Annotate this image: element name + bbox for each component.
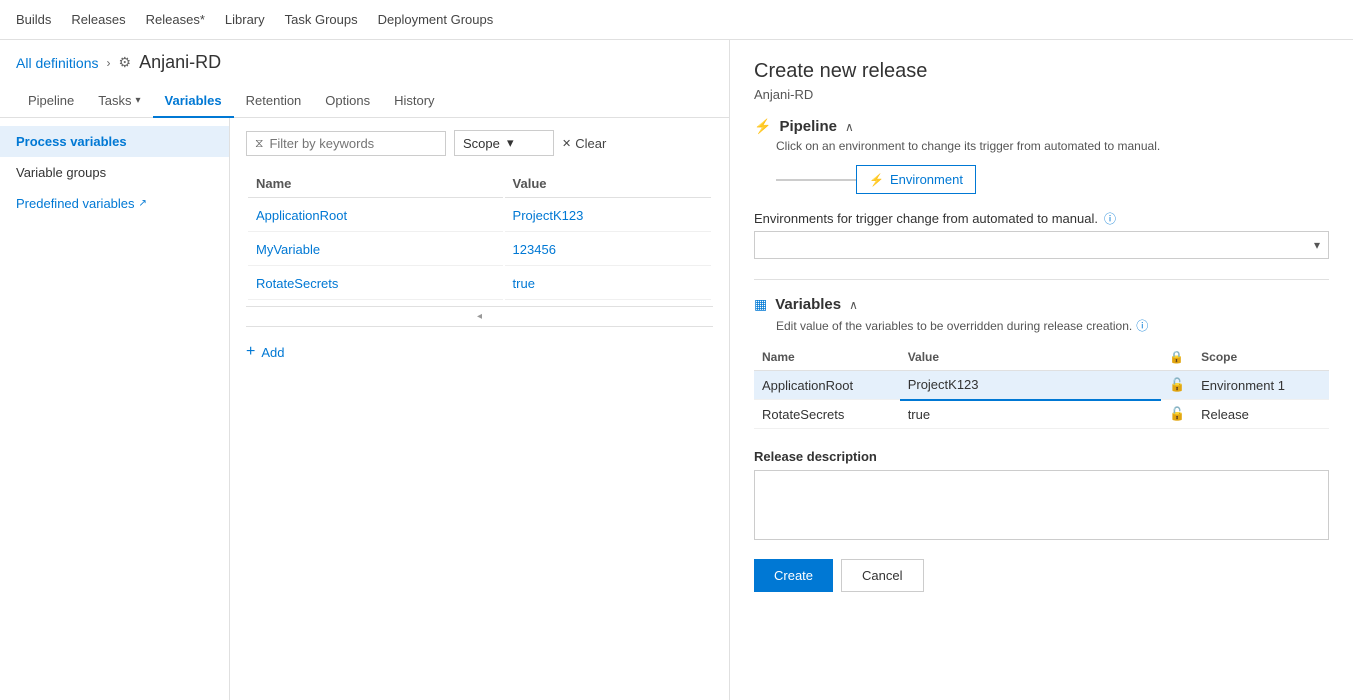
release-var-scope: Release [1193, 400, 1329, 429]
main-layout: All definitions › ⚙ Anjani-RD Pipeline T… [0, 40, 1353, 700]
nav-deployment-groups[interactable]: Deployment Groups [378, 12, 494, 27]
nav-library[interactable]: Library [225, 12, 265, 27]
variables-info-icon[interactable]: ⓘ [1136, 317, 1148, 334]
env-trigger-select[interactable]: ▾ [754, 231, 1329, 259]
clear-x-icon: ✕ [562, 137, 571, 150]
tab-tasks[interactable]: Tasks ▾ [86, 85, 152, 118]
pipeline-section-desc: Click on an environment to change its tr… [776, 139, 1329, 153]
env-trigger-label: Environments for trigger change from aut… [754, 210, 1329, 227]
all-definitions-link[interactable]: All definitions [16, 55, 99, 71]
definition-title: Anjani-RD [139, 52, 221, 73]
filter-input-wrap[interactable]: ⧖ [246, 131, 446, 156]
sidebar-item-variable-groups[interactable]: Variable groups [0, 157, 229, 188]
scope-label: Scope [463, 136, 501, 151]
scope-chevron-icon: ▾ [507, 135, 545, 151]
release-var-lock[interactable]: 🔓 [1161, 400, 1193, 429]
filter-icon: ⧖ [255, 136, 263, 151]
var-name[interactable]: RotateSecrets [248, 268, 503, 300]
environment-button[interactable]: ⚡ Environment [856, 165, 976, 194]
tab-pipeline[interactable]: Pipeline [16, 85, 86, 118]
divider [754, 279, 1329, 280]
nav-task-groups[interactable]: Task Groups [285, 12, 358, 27]
left-panel: All definitions › ⚙ Anjani-RD Pipeline T… [0, 40, 730, 700]
env-select-chevron-icon: ▾ [1314, 238, 1320, 252]
cancel-button[interactable]: Cancel [841, 559, 923, 592]
release-var-input[interactable] [908, 377, 1153, 392]
release-col-lock: 🔒 [1161, 344, 1193, 371]
variables-table: Name Value ApplicationRoot ProjectK123My… [246, 168, 713, 302]
variables-collapse-icon[interactable]: ∧ [849, 298, 858, 312]
variables-edit-desc: Edit value of the variables to be overri… [776, 317, 1329, 334]
tab-variables[interactable]: Variables [153, 85, 234, 118]
filter-row: ⧖ Scope ▾ ✕ Clear [246, 130, 713, 156]
right-panel: Create new release Anjani-RD ⚡ Pipeline … [730, 40, 1353, 700]
tasks-arrow-icon: ▾ [136, 95, 141, 106]
action-row: Create Cancel [754, 559, 1329, 592]
release-var-lock[interactable]: 🔓 [1161, 371, 1193, 400]
breadcrumb-chevron: › [107, 56, 111, 70]
panel-title: Create new release [754, 60, 1329, 83]
predefined-variables-link[interactable]: Predefined variables ↗ [0, 188, 229, 219]
pipeline-section-title: Pipeline [779, 118, 837, 135]
variables-section: ▦ Variables ∧ Edit value of the variable… [754, 296, 1329, 429]
release-col-value: Value [900, 344, 1161, 371]
table-row: ApplicationRoot ProjectK123 [248, 200, 711, 232]
release-var-name: ApplicationRoot [754, 371, 900, 400]
table-row: ApplicationRoot 🔓 Environment 1 [754, 371, 1329, 400]
pipeline-line-segment [776, 179, 856, 181]
release-var-value[interactable] [900, 371, 1161, 400]
release-var-value[interactable] [900, 400, 1161, 429]
pipeline-icon: ⚡ [754, 118, 771, 135]
content-area: Process variables Variable groups Predef… [0, 118, 729, 700]
sidebar: Process variables Variable groups Predef… [0, 118, 230, 700]
var-value: 123456 [505, 234, 711, 266]
scope-select[interactable]: Scope ▾ [454, 130, 554, 156]
nav-releases[interactable]: Releases [71, 12, 125, 27]
var-name[interactable]: MyVariable [248, 234, 503, 266]
env-info-icon[interactable]: ⓘ [1104, 210, 1116, 227]
release-description-textarea[interactable] [754, 470, 1329, 540]
add-variable-button[interactable]: + Add [246, 335, 284, 369]
variables-grid-icon: ▦ [754, 296, 767, 313]
create-button[interactable]: Create [754, 559, 833, 592]
top-nav: Builds Releases Releases* Library Task G… [0, 0, 1353, 40]
var-name[interactable]: ApplicationRoot [248, 200, 503, 232]
tab-options[interactable]: Options [313, 85, 382, 118]
plus-icon: + [246, 343, 255, 361]
release-var-input[interactable] [908, 407, 1153, 422]
release-variables-table: Name Value 🔒 Scope ApplicationRoot 🔓 Env… [754, 344, 1329, 429]
tabs-bar: Pipeline Tasks ▾ Variables Retention Opt… [0, 85, 729, 118]
variables-content: ⧖ Scope ▾ ✕ Clear [230, 118, 729, 700]
variables-section-title: Variables [775, 296, 841, 313]
external-link-icon: ↗ [139, 198, 147, 209]
variables-section-header: ▦ Variables ∧ [754, 296, 1329, 313]
table-row: MyVariable 123456 [248, 234, 711, 266]
release-col-scope: Scope [1193, 344, 1329, 371]
pipeline-collapse-icon[interactable]: ∧ [845, 120, 854, 134]
nav-releases-star[interactable]: Releases* [146, 12, 205, 27]
table-row: RotateSecrets true [248, 268, 711, 300]
col-name: Name [248, 170, 503, 198]
breadcrumb: All definitions › ⚙ Anjani-RD [0, 40, 729, 85]
filter-input[interactable] [269, 136, 437, 151]
release-col-name: Name [754, 344, 900, 371]
nav-builds[interactable]: Builds [16, 12, 51, 27]
tab-retention[interactable]: Retention [234, 85, 314, 118]
scroll-indicator: ◂ [246, 306, 713, 327]
sidebar-item-process-variables[interactable]: Process variables [0, 126, 229, 157]
clear-button[interactable]: ✕ Clear [562, 136, 606, 151]
table-row: RotateSecrets 🔓 Release [754, 400, 1329, 429]
release-var-name: RotateSecrets [754, 400, 900, 429]
release-var-scope: Environment 1 [1193, 371, 1329, 400]
col-value: Value [505, 170, 711, 198]
definition-icon: ⚙ [119, 54, 132, 71]
var-value: ProjectK123 [505, 200, 711, 232]
var-value: true [505, 268, 711, 300]
tab-history[interactable]: History [382, 85, 446, 118]
pipeline-section-header: ⚡ Pipeline ∧ [754, 118, 1329, 135]
release-description-label: Release description [754, 449, 1329, 464]
env-lightning-icon: ⚡ [869, 173, 884, 187]
pipeline-line: ⚡ Environment [776, 165, 1329, 194]
panel-subtitle: Anjani-RD [754, 87, 1329, 102]
